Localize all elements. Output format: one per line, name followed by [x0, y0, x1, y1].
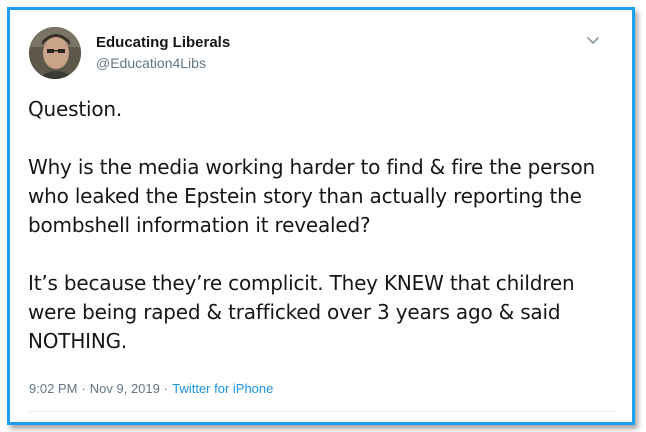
tweet-source-link[interactable]: Twitter for iPhone	[172, 381, 273, 396]
tweet-card: Educating Liberals @Education4Libs Quest…	[7, 7, 635, 425]
tweet-paragraph: Why is the media working harder to find …	[28, 155, 595, 237]
author-name[interactable]: Educating Liberals	[96, 34, 230, 52]
tweet-time[interactable]: 9:02 PM	[29, 381, 77, 396]
tweet-paragraph: It’s because they’re complicit. They KNE…	[28, 271, 575, 353]
tweet-date[interactable]: Nov 9, 2019	[90, 381, 160, 396]
avatar-photo	[29, 27, 81, 79]
meta-separator: ·	[81, 381, 86, 396]
tweet-text: Question. Why is the media working harde…	[28, 95, 618, 356]
tweet-paragraph: Question.	[28, 97, 123, 121]
tweet-metadata: 9:02 PM · Nov 9, 2019 · Twitter for iPhone	[29, 381, 273, 397]
divider	[29, 411, 616, 412]
author-handle[interactable]: @Education4Libs	[96, 54, 206, 72]
chevron-down-icon[interactable]	[586, 36, 600, 46]
avatar[interactable]	[29, 27, 81, 79]
meta-separator: ·	[163, 381, 169, 396]
